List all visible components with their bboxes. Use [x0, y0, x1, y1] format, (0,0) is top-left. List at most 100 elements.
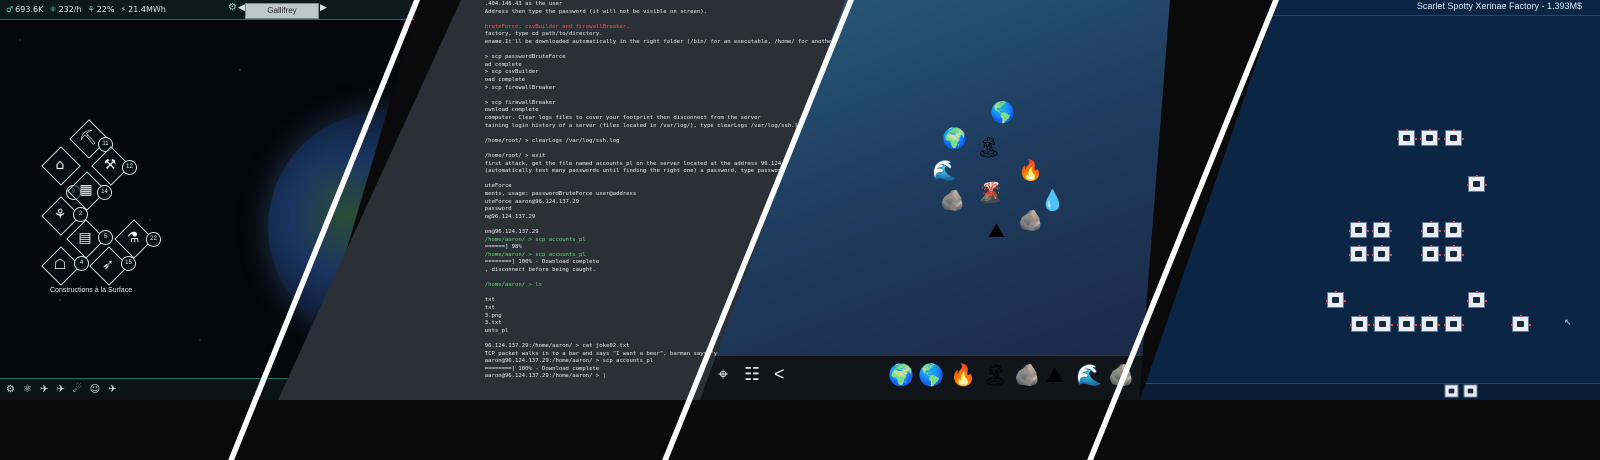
volcano-icon[interactable]: 🌋	[978, 182, 1003, 202]
tray-mountain-icon[interactable]: ⛰	[1046, 363, 1064, 388]
terminal-line: txt	[478, 297, 495, 304]
factory-machine-node[interactable]	[1511, 315, 1531, 332]
connector-pin	[1485, 184, 1487, 186]
leaf-icon: ⚘	[87, 5, 95, 14]
factory-machine-node[interactable]	[1349, 245, 1369, 262]
terminal-line: ========] 100% - Download complete	[478, 365, 600, 372]
planet-selector[interactable]: Gallifrey	[245, 3, 319, 19]
grid-menu-icon[interactable]: ☷	[744, 364, 760, 385]
connector-pin	[1444, 254, 1446, 256]
title-divider	[1140, 15, 1600, 16]
africa-icon[interactable]: 🌍	[942, 128, 967, 148]
island-icon[interactable]: 🏝	[976, 137, 1001, 157]
previous-planet-arrow-icon[interactable]: ◀	[238, 3, 245, 13]
element-tray-bar: ⌖ ☷ < 🌍 🌎 🔥 🏝 🪨 ⛰ 🌊 🪨	[700, 355, 1170, 400]
factory-machine-node[interactable]	[1444, 315, 1464, 332]
factory-machine-node[interactable]	[1420, 129, 1440, 146]
factory-machine-node[interactable]	[1420, 315, 1440, 332]
factory-machine-node[interactable]	[1444, 245, 1464, 262]
connector-pin	[1453, 221, 1455, 223]
factory-machine-node[interactable]	[1444, 221, 1464, 238]
factory-machine-node[interactable]	[1421, 221, 1441, 238]
terminal-line: oad complete	[478, 77, 526, 83]
connector-pin	[1367, 254, 1369, 256]
factory-machine-node[interactable]	[1397, 129, 1417, 146]
connector-pin	[1358, 221, 1360, 223]
factory-machine-node[interactable]	[1372, 245, 1392, 262]
gear-icon[interactable]: ⚙	[228, 2, 237, 13]
factory-machine-node[interactable]	[1467, 291, 1487, 308]
connector-pin	[1462, 138, 1464, 140]
terminal-line: , disconnect before being caught.	[478, 267, 596, 273]
connector-pin	[1344, 300, 1346, 302]
connector-pin	[1462, 324, 1464, 326]
factory-machine-node[interactable]	[1397, 315, 1417, 332]
stone-icon[interactable]: 🪨	[1018, 210, 1043, 230]
resource-food: ⚘ 22%	[87, 5, 115, 14]
terminal-line: computer. Clear logs files to cover your…	[478, 115, 761, 121]
tray-africa-icon[interactable]: 🌍	[888, 363, 914, 388]
shuttle-icon[interactable]: ✈	[56, 384, 64, 395]
terminal-line: ========] 100% - Download complete	[478, 259, 600, 266]
settings-icon[interactable]: ⚙	[6, 384, 15, 395]
tray-earth-icon[interactable]: 🌎	[918, 363, 944, 388]
factory-machine-node[interactable]	[1444, 129, 1464, 146]
connector-pin	[1462, 254, 1464, 256]
terminal-line: factory, type cd path/to/directory.	[478, 31, 603, 38]
terminal-line: aaron@96.124.137.29:/home/aaron/ > |	[478, 373, 606, 380]
back-arrow-icon[interactable]: <	[774, 364, 785, 385]
connector-pin	[1406, 129, 1408, 131]
connector-pin	[1444, 324, 1446, 326]
connector-pin	[1415, 324, 1417, 326]
tray-lava-icon[interactable]: 🪨	[1014, 363, 1040, 388]
connector-pin	[1397, 324, 1399, 326]
terminal-line: > scp firewallBreaker	[478, 84, 556, 91]
connector-pin	[1359, 315, 1361, 317]
connector-pin	[1485, 300, 1487, 302]
terminal-line: taining login history of a server (files…	[478, 122, 805, 129]
factory-toolbar-node[interactable]	[1463, 384, 1478, 398]
tray-ocean-icon[interactable]: 🌊	[1076, 363, 1102, 388]
connector-pin	[1391, 324, 1393, 326]
factory-machine-node[interactable]	[1349, 221, 1369, 238]
connector-pin	[1476, 291, 1478, 293]
factory-machine-node[interactable]	[1372, 221, 1392, 238]
connector-pin	[1430, 221, 1432, 223]
factory-machine-node[interactable]	[1326, 291, 1346, 308]
research-icon[interactable]: ⚛	[23, 384, 32, 395]
fire-icon[interactable]: 🔥	[1018, 160, 1043, 180]
terminal-line: 3.png	[478, 312, 502, 319]
connector-pin	[1430, 245, 1432, 247]
constructions-label: Constructions à la Surface	[50, 287, 133, 294]
mouse-cursor-icon: ↖	[1564, 318, 1572, 328]
comet-icon[interactable]: ☄	[73, 384, 82, 395]
rocket-count-badge: 15	[121, 256, 136, 271]
warehouse-count-badge: 5	[98, 230, 113, 245]
mountain-icon[interactable]: ⛰	[988, 220, 1005, 240]
connector-pin	[1335, 291, 1337, 293]
spaceship-icon[interactable]: ✈	[108, 384, 116, 395]
colonist-icon: ♂	[6, 5, 14, 14]
connector-pin	[1372, 230, 1374, 232]
water-drop-icon[interactable]: 💧	[1040, 190, 1065, 210]
next-planet-arrow-icon[interactable]: ▶	[320, 3, 327, 13]
earth-icon[interactable]: 🌎	[990, 102, 1015, 122]
fleet-icon[interactable]: ✈	[40, 384, 48, 395]
connector-pin	[1372, 254, 1374, 256]
location-pin-icon[interactable]: ⌖	[718, 364, 728, 385]
tray-fire-icon[interactable]: 🔥	[950, 363, 976, 388]
factory-toolbar-node[interactable]	[1444, 384, 1459, 398]
factory-machine-node[interactable]	[1350, 315, 1370, 332]
population-icon[interactable]: ☺	[90, 384, 100, 395]
factory-machine-node[interactable]	[1373, 315, 1393, 332]
lava-icon[interactable]: 🪨	[940, 190, 965, 210]
terminal-line: uteForce aaron@96.124.137.29	[478, 198, 580, 205]
factory-machine-node[interactable]	[1421, 245, 1441, 262]
tower-count-badge: 4	[74, 256, 89, 271]
ocean-icon[interactable]: 🌊	[932, 160, 957, 180]
factory-bottom-bar	[1140, 383, 1600, 400]
factory-machine-node[interactable]	[1467, 175, 1487, 192]
connector-pin	[1467, 184, 1469, 186]
connector-pin	[1421, 254, 1423, 256]
tray-island-icon[interactable]: 🏝	[982, 363, 1009, 388]
